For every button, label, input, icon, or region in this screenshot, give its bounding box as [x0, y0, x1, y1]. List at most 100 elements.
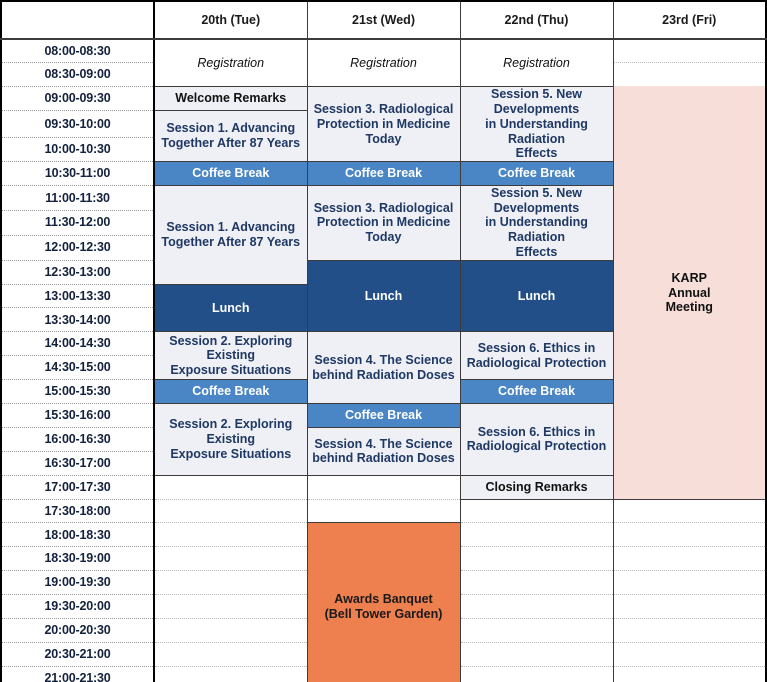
empty-slot-day-22[interactable]: [459, 499, 614, 524]
empty-slot-day-22[interactable]: [459, 594, 614, 620]
tue-lunch[interactable]: Lunch: [153, 283, 308, 333]
tue-coffee-break-1[interactable]: Coffee Break: [153, 161, 308, 186]
event-text-line: Effects: [515, 244, 558, 259]
wed-coffee-break-2[interactable]: Coffee Break: [306, 403, 461, 428]
tue-session-2a[interactable]: Session 2. Exploring Existing Exposure Si…: [153, 331, 308, 381]
event-text-line: Registration: [350, 55, 417, 70]
event-text-line: Closing Remarks: [485, 479, 588, 494]
time-slot-label: 12:00-12:30: [0, 235, 155, 261]
event-text-line: behind Radiation Doses: [312, 367, 455, 382]
time-slot-label: 08:30-09:00: [0, 62, 155, 88]
empty-slot-day-20[interactable]: [153, 522, 308, 548]
event-text-line: Lunch: [212, 300, 250, 315]
empty-slot-day-20[interactable]: [153, 618, 308, 643]
empty-slot-day-23[interactable]: [612, 499, 767, 524]
event-text-line: Coffee Break: [497, 384, 576, 399]
empty-slot-day-23[interactable]: [612, 594, 767, 620]
time-slot-label: 11:30-12:00: [0, 210, 155, 236]
time-slot-label: 16:30-17:00: [0, 451, 155, 476]
empty-slot-day-23[interactable]: [612, 62, 767, 88]
time-slot-label: 10:30-11:00: [0, 161, 155, 186]
event-text-line: Session 5. New Developments: [490, 185, 582, 215]
time-slot-label: 13:30-14:00: [0, 307, 155, 333]
event-text-line: Together After 87 Years: [161, 234, 301, 249]
event-text-line: Meeting: [665, 300, 713, 315]
thu-coffee-break-1[interactable]: Coffee Break: [459, 161, 614, 186]
time-slot-label: 17:00-17:30: [0, 475, 155, 500]
event-text-line: in Understanding Radiation: [485, 215, 588, 245]
empty-slot-day-22[interactable]: [459, 522, 614, 548]
empty-slot-day-20[interactable]: [153, 475, 308, 500]
empty-slot-day-22[interactable]: [459, 546, 614, 572]
event-text-line: Coffee Break: [344, 408, 423, 423]
empty-slot-day-22[interactable]: [459, 642, 614, 667]
thu-coffee-break-2[interactable]: Coffee Break: [459, 379, 614, 405]
schedule-row: 08:00-08:30 Registration Registration Regis…: [0, 38, 767, 88]
empty-slot-day-23[interactable]: [612, 546, 767, 572]
event-text-line: Session 6. Ethics in: [477, 424, 596, 439]
empty-slot-day-23[interactable]: [612, 618, 767, 643]
time-column-header: [0, 0, 155, 40]
empty-slot-day-23[interactable]: [612, 666, 767, 682]
empty-slot-day-23[interactable]: [612, 39, 767, 64]
event-text-line: Session 3. Radiological: [313, 200, 454, 215]
tue-registration[interactable]: Registration: [153, 38, 308, 88]
thu-lunch[interactable]: Lunch: [459, 259, 614, 333]
time-slot-label: 19:00-19:30: [0, 570, 155, 596]
empty-slot-day-21[interactable]: [306, 475, 461, 500]
empty-slot-day-20[interactable]: [153, 666, 308, 682]
tue-welcome-remarks[interactable]: Welcome Remarks: [153, 86, 308, 112]
time-slot-label: 18:30-19:00: [0, 546, 155, 572]
empty-slot-day-22[interactable]: [459, 570, 614, 596]
thu-session-5a[interactable]: Session 5. New Developments in Understand…: [459, 86, 614, 163]
event-text-line: Registration: [503, 55, 570, 70]
wed-session-4b[interactable]: Session 4. The Science behind Radiation D…: [306, 426, 461, 476]
empty-slot-day-23[interactable]: [612, 570, 767, 596]
tue-session-1a[interactable]: Session 1. Advancing Together After 87 Ye…: [153, 110, 308, 163]
event-text-line: Protection in Medicine Today: [316, 215, 451, 245]
empty-slot-day-21[interactable]: [306, 499, 461, 524]
conference-schedule: 20th (Tue) 21st (Wed) 22nd (Thu) 23rd (F…: [0, 0, 767, 682]
empty-slot-day-20[interactable]: [153, 570, 308, 596]
tue-session-2b[interactable]: Session 2. Exploring Existing Exposure Si…: [153, 403, 308, 476]
event-text-line: Welcome Remarks: [175, 91, 287, 106]
empty-slot-day-23[interactable]: [612, 642, 767, 667]
wed-registration[interactable]: Registration: [306, 38, 461, 88]
time-slot-label: 20:30-21:00: [0, 642, 155, 667]
event-text-line: Effects: [515, 146, 558, 161]
wed-awards-banquet[interactable]: Awards Banquet (Bell Tower Garden): [306, 522, 461, 682]
empty-slot-day-22[interactable]: [459, 618, 614, 643]
tue-session-1b[interactable]: Session 1. Advancing Together After 87 Ye…: [153, 184, 308, 285]
thu-closing-remarks[interactable]: Closing Remarks: [459, 474, 614, 500]
time-slot-label: 11:00-11:30: [0, 185, 155, 211]
empty-slot-day-20[interactable]: [153, 499, 308, 524]
thu-registration[interactable]: Registration: [459, 38, 614, 88]
wed-lunch[interactable]: Lunch: [306, 259, 461, 333]
empty-slot-day-20[interactable]: [153, 594, 308, 620]
wed-coffee-break-1[interactable]: Coffee Break: [306, 161, 461, 186]
time-slot-label: 21:00-21:30: [0, 666, 155, 682]
time-slot-label: 20:00-20:30: [0, 618, 155, 643]
event-text-line: behind Radiation Doses: [312, 451, 455, 466]
time-slot-label: 18:00-18:30: [0, 522, 155, 548]
wed-session-4a[interactable]: Session 4. The Science behind Radiation D…: [306, 331, 461, 405]
event-text-line: Lunch: [517, 288, 556, 303]
wed-session-3a[interactable]: Session 3. Radiological Protection in Med…: [306, 86, 461, 163]
empty-slot-day-23[interactable]: [612, 522, 767, 548]
fri-karp-annual-meeting[interactable]: KARP Annual Meeting: [612, 86, 767, 500]
schedule-row: 09:00-09:30 Welcome Remarks Session 3. Rad…: [0, 86, 767, 500]
empty-slot-day-22[interactable]: [459, 666, 614, 682]
schedule-header: 20th (Tue) 21st (Wed) 22nd (Thu) 23rd (F…: [0, 0, 767, 40]
empty-slot-day-20[interactable]: [153, 642, 308, 667]
wed-session-3b[interactable]: Session 3. Radiological Protection in Med…: [306, 184, 461, 261]
empty-slot-day-20[interactable]: [153, 546, 308, 572]
schedule-body: 08:00-08:30 Registration Registration Regis…: [0, 38, 767, 682]
event-text-line: Coffee Break: [497, 166, 576, 181]
event-text-line: Annual: [668, 285, 711, 300]
thu-session-6a[interactable]: Session 6. Ethics in Radiological Protect…: [459, 331, 614, 381]
thu-session-5b[interactable]: Session 5. New Developments in Understand…: [459, 184, 614, 261]
thu-session-6b[interactable]: Session 6. Ethics in Radiological Protect…: [459, 403, 614, 476]
event-text-line: Coffee Break: [344, 166, 423, 181]
tue-coffee-break-2[interactable]: Coffee Break: [153, 379, 308, 405]
event-text-line: Session 6. Ethics in: [477, 340, 596, 355]
